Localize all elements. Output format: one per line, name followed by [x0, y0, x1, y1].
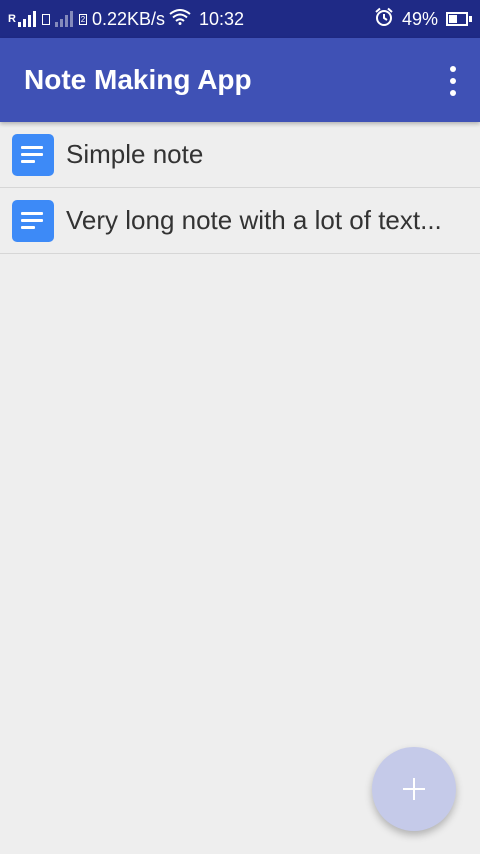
network-speed: 0.22KB/s — [91, 8, 165, 29]
app-bar: Note Making App — [0, 38, 480, 122]
add-note-button[interactable] — [372, 747, 456, 831]
sim1-label: R — [8, 13, 16, 25]
signal-icon-2 — [54, 11, 75, 27]
wifi-icon — [169, 8, 191, 30]
app-title: Note Making App — [24, 64, 252, 95]
battery-cap — [469, 16, 472, 22]
note-title: Simple note — [66, 139, 204, 169]
status-right: 49% — [374, 7, 472, 32]
clock: 10:32 — [199, 8, 245, 29]
sim2-label: 2 — [78, 13, 87, 25]
status-bar: R 2 0.22KB/s 10:32 49% — [0, 0, 480, 38]
note-list-item[interactable]: Simple note — [0, 122, 480, 188]
overflow-menu-icon[interactable] — [446, 66, 460, 96]
note-title: Very long note with a lot of text... — [66, 205, 442, 235]
plus-icon — [403, 778, 425, 800]
battery-icon — [446, 12, 468, 26]
alarm-icon — [374, 7, 394, 32]
signal-icon — [17, 11, 38, 27]
notes-list: Simple note Very long note with a lot of… — [0, 122, 480, 254]
note-list-item[interactable]: Very long note with a lot of text... — [0, 188, 480, 254]
battery-percentage: 49% — [401, 8, 438, 29]
status-left: R 2 0.22KB/s 10:32 — [8, 9, 244, 30]
note-icon — [12, 133, 54, 176]
note-icon — [12, 199, 54, 242]
sim-card-icon — [41, 13, 50, 25]
